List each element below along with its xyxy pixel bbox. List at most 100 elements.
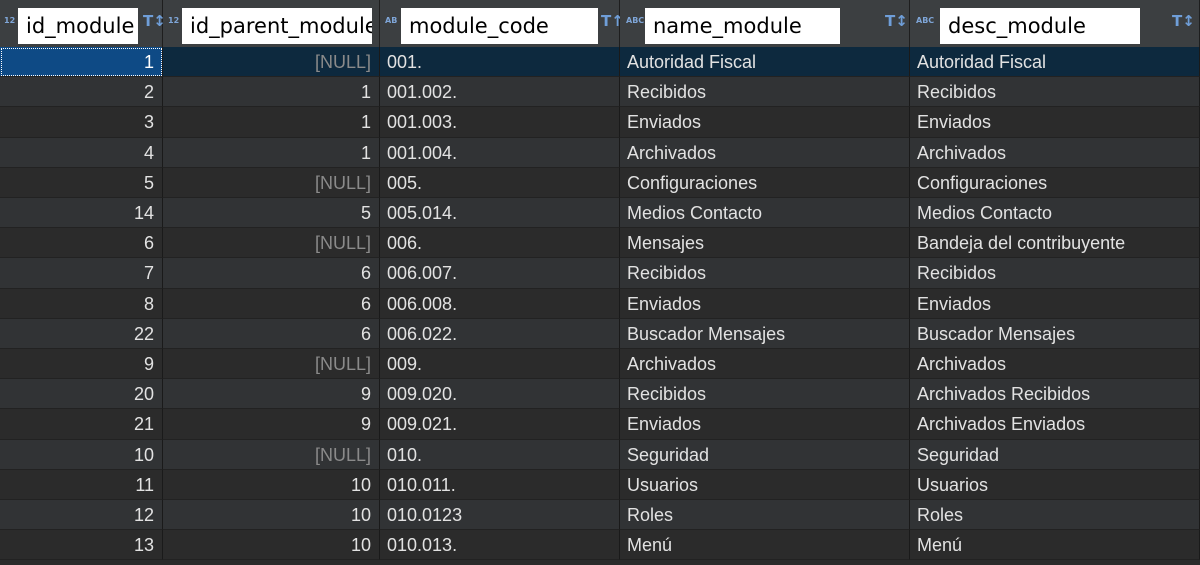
table-row[interactable]: 2 1 001.002. Recibidos Recibidos <box>0 77 1200 108</box>
sort-filter-icon[interactable]: T↕ <box>885 12 908 30</box>
cell-module-code[interactable]: 006. <box>380 228 620 259</box>
cell-module-code[interactable]: 010. <box>380 439 620 470</box>
cell-id-parent-module[interactable]: 6 <box>163 318 380 349</box>
cell-module-code[interactable]: 010.011. <box>380 469 620 500</box>
table-row[interactable]: 7 6 006.007. Recibidos Recibidos <box>0 258 1200 289</box>
cell-id-module[interactable]: 11 <box>0 469 163 500</box>
cell-id-module[interactable]: 7 <box>0 258 163 289</box>
cell-name-module[interactable]: Autoridad Fiscal <box>620 47 910 78</box>
cell-id-module[interactable]: 1 <box>0 47 163 78</box>
cell-desc-module[interactable]: Medios Contacto <box>910 198 1200 229</box>
cell-id-module[interactable]: 3 <box>0 107 163 138</box>
cell-name-module[interactable]: Roles <box>620 500 910 531</box>
cell-name-module[interactable]: Mensajes <box>620 228 910 259</box>
column-header-id-module[interactable]: 12 id_module T↕ <box>0 0 166 47</box>
cell-module-code[interactable]: 006.022. <box>380 318 620 349</box>
cell-desc-module[interactable]: Archivados <box>910 349 1200 380</box>
cell-name-module[interactable]: Medios Contacto <box>620 198 910 229</box>
cell-id-parent-module[interactable]: 9 <box>163 379 380 410</box>
cell-name-module[interactable]: Configuraciones <box>620 167 910 198</box>
cell-id-module[interactable]: 8 <box>0 288 163 319</box>
cell-id-module[interactable]: 9 <box>0 349 163 380</box>
table-row[interactable]: 14 5 005.014. Medios Contacto Medios Contact… <box>0 198 1200 229</box>
cell-name-module[interactable]: Enviados <box>620 288 910 319</box>
table-row[interactable]: 8 6 006.008. Enviados Enviados <box>0 288 1200 319</box>
cell-desc-module[interactable]: Enviados <box>910 288 1200 319</box>
cell-module-code[interactable]: 001.004. <box>380 137 620 168</box>
cell-module-code[interactable]: 005. <box>380 167 620 198</box>
table-row[interactable]: 13 10 010.013. Menú Menú <box>0 530 1200 561</box>
cell-id-module[interactable]: 2 <box>0 77 163 108</box>
cell-desc-module[interactable]: Enviados <box>910 107 1200 138</box>
cell-id-parent-module[interactable]: [NULL] <box>163 47 380 78</box>
cell-module-code[interactable]: 010.0123 <box>380 500 620 531</box>
table-row[interactable]: 12 10 010.0123 Roles Roles <box>0 500 1200 531</box>
cell-id-parent-module[interactable]: 10 <box>163 530 380 561</box>
table-row[interactable]: 1 [NULL] 001. Autoridad Fiscal Autoridad Fis… <box>0 47 1200 78</box>
cell-name-module[interactable]: Menú <box>620 530 910 561</box>
cell-desc-module[interactable]: Recibidos <box>910 77 1200 108</box>
cell-name-module[interactable]: Recibidos <box>620 258 910 289</box>
cell-name-module[interactable]: Archivados <box>620 349 910 380</box>
column-header-desc-module[interactable]: ABC desc_module T↕ <box>910 0 1200 47</box>
cell-desc-module[interactable]: Seguridad <box>910 439 1200 470</box>
cell-module-code[interactable]: 009.021. <box>380 409 620 440</box>
cell-id-module[interactable]: 4 <box>0 137 163 168</box>
cell-desc-module[interactable]: Configuraciones <box>910 167 1200 198</box>
cell-id-module[interactable]: 20 <box>0 379 163 410</box>
table-row[interactable]: 4 1 001.004. Archivados Archivados <box>0 137 1200 168</box>
cell-id-parent-module[interactable]: [NULL] <box>163 349 380 380</box>
cell-id-parent-module[interactable]: [NULL] <box>163 167 380 198</box>
table-row[interactable]: 9 [NULL] 009. Archivados Archivados <box>0 349 1200 380</box>
cell-id-module[interactable]: 21 <box>0 409 163 440</box>
cell-id-module[interactable]: 10 <box>0 439 163 470</box>
cell-name-module[interactable]: Enviados <box>620 409 910 440</box>
table-row[interactable]: 5 [NULL] 005. Configuraciones Configuracione… <box>0 167 1200 198</box>
table-row[interactable]: 22 6 006.022. Buscador Mensajes Buscador Men… <box>0 318 1200 349</box>
cell-name-module[interactable]: Seguridad <box>620 439 910 470</box>
cell-module-code[interactable]: 001.002. <box>380 77 620 108</box>
cell-module-code[interactable]: 005.014. <box>380 198 620 229</box>
cell-id-parent-module[interactable]: 9 <box>163 409 380 440</box>
table-row[interactable]: 6 [NULL] 006. Mensajes Bandeja del contribuy… <box>0 228 1200 259</box>
cell-desc-module[interactable]: Bandeja del contribuyente <box>910 228 1200 259</box>
cell-name-module[interactable]: Recibidos <box>620 77 910 108</box>
column-header-name-module[interactable]: ABC name_module T↕ <box>620 0 910 47</box>
cell-module-code[interactable]: 009. <box>380 349 620 380</box>
cell-id-parent-module[interactable]: 1 <box>163 77 380 108</box>
cell-name-module[interactable]: Archivados <box>620 137 910 168</box>
table-row[interactable]: 11 10 010.011. Usuarios Usuarios <box>0 469 1200 500</box>
cell-desc-module[interactable]: Usuarios <box>910 469 1200 500</box>
cell-id-module[interactable]: 6 <box>0 228 163 259</box>
cell-id-module[interactable]: 5 <box>0 167 163 198</box>
cell-desc-module[interactable]: Autoridad Fiscal <box>910 47 1200 78</box>
cell-desc-module[interactable]: Buscador Mensajes <box>910 318 1200 349</box>
cell-desc-module[interactable]: Archivados Recibidos <box>910 379 1200 410</box>
table-row[interactable]: 21 9 009.021. Enviados Archivados Enviados <box>0 409 1200 440</box>
cell-desc-module[interactable]: Archivados Enviados <box>910 409 1200 440</box>
column-header-id-parent-module[interactable]: 12 id_parent_module <box>163 0 380 47</box>
cell-id-module[interactable]: 12 <box>0 500 163 531</box>
table-row[interactable]: 3 1 001.003. Enviados Enviados <box>0 107 1200 138</box>
cell-module-code[interactable]: 009.020. <box>380 379 620 410</box>
cell-id-parent-module[interactable]: 6 <box>163 258 380 289</box>
cell-desc-module[interactable]: Recibidos <box>910 258 1200 289</box>
cell-desc-module[interactable]: Roles <box>910 500 1200 531</box>
cell-id-parent-module[interactable]: 6 <box>163 288 380 319</box>
cell-module-code[interactable]: 001.003. <box>380 107 620 138</box>
cell-id-parent-module[interactable]: 5 <box>163 198 380 229</box>
cell-module-code[interactable]: 006.007. <box>380 258 620 289</box>
cell-desc-module[interactable]: Menú <box>910 530 1200 561</box>
cell-name-module[interactable]: Enviados <box>620 107 910 138</box>
table-row[interactable]: 10 [NULL] 010. Seguridad Seguridad <box>0 439 1200 470</box>
cell-id-parent-module[interactable]: [NULL] <box>163 228 380 259</box>
cell-id-module[interactable]: 13 <box>0 530 163 561</box>
cell-name-module[interactable]: Recibidos <box>620 379 910 410</box>
cell-id-parent-module[interactable]: [NULL] <box>163 439 380 470</box>
column-header-module-code[interactable]: AB module_code T↑ <box>380 0 624 47</box>
cell-name-module[interactable]: Usuarios <box>620 469 910 500</box>
cell-id-parent-module[interactable]: 1 <box>163 137 380 168</box>
cell-id-module[interactable]: 14 <box>0 198 163 229</box>
table-row[interactable]: 20 9 009.020. Recibidos Archivados Recibidos <box>0 379 1200 410</box>
cell-id-parent-module[interactable]: 1 <box>163 107 380 138</box>
